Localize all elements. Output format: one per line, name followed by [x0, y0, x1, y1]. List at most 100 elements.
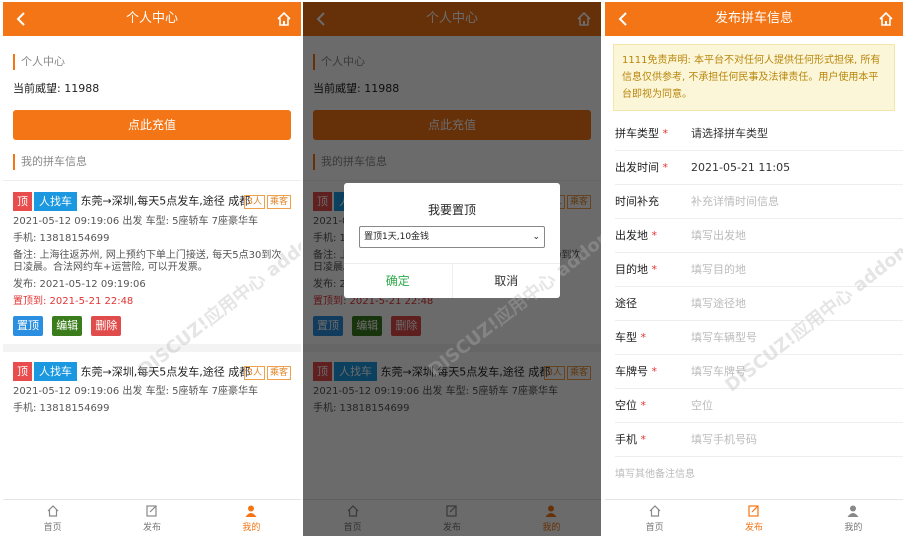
edit-icon — [146, 505, 157, 517]
field-label-text: 车牌号 — [615, 365, 648, 378]
field-label: 车型 * — [615, 321, 691, 354]
my-carpool-title: 我的拼车信息 — [13, 154, 291, 170]
field-label: 车牌号 * — [615, 355, 691, 388]
field-label: 空位 * — [615, 389, 691, 422]
tab-mine[interactable]: 我的 — [202, 500, 301, 536]
publish-form: 拼车类型 * 请选择拼车类型 出发时间 * 2021-05-21 11:05 时间补充补… — [605, 117, 903, 457]
field-label-text: 手机 — [615, 433, 637, 446]
tab-label: 首页 — [645, 523, 664, 533]
field-label-text: 拼车类型 — [615, 127, 659, 140]
field-input[interactable]: 填写出发地 — [691, 219, 746, 252]
route-text[interactable]: 东莞→深圳,每天5点发车,途径 成都 — [81, 365, 251, 378]
tab-label: 首页 — [43, 523, 62, 533]
tab-publish[interactable]: 发布 — [704, 500, 803, 536]
tab-home[interactable]: 首页 — [605, 500, 704, 536]
recharge-button[interactable]: 点此充值 — [13, 110, 291, 140]
carpool-card: 顶人找车 东莞→深圳,每天5点发车,途径 成都 3人乘客 2021-05-12 … — [3, 352, 301, 424]
tab-label: 我的 — [242, 523, 261, 533]
tab-publish[interactable]: 发布 — [102, 500, 201, 536]
field-input[interactable]: 填写车辆型号 — [691, 321, 757, 354]
type-tag: 人找车 — [34, 191, 77, 211]
tab-mine[interactable]: 我的 — [804, 500, 903, 536]
field-label-text: 途径 — [615, 297, 637, 310]
field-input[interactable]: 2021-05-21 11:05 — [691, 151, 790, 184]
time-line: 2021-05-12 09:19:06 出发 车型: 5座轿车 7座豪华车 — [13, 386, 259, 397]
form-row: 途径 填写途径地 — [615, 287, 903, 321]
home-icon[interactable] — [275, 10, 293, 28]
profile-screen-with-dialog: 个人中心 个人中心 当前威望: 11988 点此充值 我的拼车信息 顶人找车 东… — [303, 2, 601, 536]
field-label: 途径 — [615, 287, 691, 320]
form-row: 拼车类型 * 请选择拼车类型 — [615, 117, 903, 151]
page-title: 发布拼车信息 — [714, 11, 793, 26]
field-input[interactable]: 请选择拼车类型 — [691, 117, 768, 150]
remark-textarea[interactable]: 填写其他备注信息 — [615, 465, 893, 480]
route-text[interactable]: 东莞→深圳,每天5点发车,途径 成都 — [81, 195, 251, 208]
tab-label: 发布 — [744, 523, 763, 533]
field-input[interactable]: 空位 — [691, 389, 713, 422]
field-label: 手机 * — [615, 423, 691, 456]
profile-screen: 个人中心 个人中心 当前威望: 11988 点此充值 我的拼车信息 顶人找车 东… — [3, 2, 301, 536]
home-icon — [47, 505, 59, 517]
confirm-button[interactable]: 确定 — [344, 264, 453, 298]
form-row: 出发时间 * 2021-05-21 11:05 — [615, 151, 903, 185]
field-label: 出发时间 * — [615, 151, 691, 184]
seats-badge: 3人 — [244, 195, 265, 209]
form-row: 手机 * 填写手机号码 — [615, 423, 903, 457]
points-display: 当前威望: 11988 — [13, 82, 100, 95]
top-until-line: 置顶到: 2021-5-21 22:48 — [13, 295, 134, 307]
field-input[interactable]: 填写手机号码 — [691, 423, 757, 456]
page-title: 个人中心 — [125, 11, 178, 26]
form-row: 车型 * 填写车辆型号 — [615, 321, 903, 355]
user-icon — [245, 505, 257, 517]
kind-badge: 乘客 — [266, 195, 291, 209]
field-input[interactable]: 填写途径地 — [691, 287, 746, 320]
required-star: * — [648, 229, 657, 242]
tab-home[interactable]: 首页 — [3, 500, 102, 536]
form-row: 时间补充 补充详情时间信息 — [615, 185, 903, 219]
phone-line: 手机: 13818154699 — [13, 232, 110, 244]
field-label-text: 出发地 — [615, 229, 648, 242]
cancel-button[interactable]: 取消 — [453, 264, 561, 298]
publish-line: 发布: 2021-05-12 09:19:06 — [13, 278, 146, 290]
form-row: 出发地 * 填写出发地 — [615, 219, 903, 253]
home-icon[interactable] — [877, 10, 895, 28]
tab-label: 我的 — [844, 523, 863, 533]
edit-icon — [748, 505, 759, 517]
field-input[interactable]: 填写目的地 — [691, 253, 746, 286]
field-label-text: 时间补充 — [615, 195, 659, 208]
top-tag: 顶 — [13, 362, 32, 381]
time-line: 2021-05-12 09:19:06 出发 车型: 5座轿车 7座豪华车 — [13, 215, 259, 227]
form-row: 车牌号 * 填写车牌号 — [615, 355, 903, 389]
phone-line: 手机: 13818154699 — [13, 403, 110, 414]
required-star: * — [637, 399, 646, 412]
kind-badge: 乘客 — [266, 365, 291, 380]
tab-label: 发布 — [142, 523, 161, 533]
duration-select[interactable]: 置顶1天,10金钱 ⌄ — [359, 226, 545, 248]
header: 发布拼车信息 — [605, 2, 903, 36]
field-label-text: 空位 — [615, 399, 637, 412]
top-tag: 顶 — [13, 191, 32, 211]
field-label: 目的地 * — [615, 253, 691, 286]
field-input[interactable]: 补充详情时间信息 — [691, 185, 779, 218]
publish-screen: 发布拼车信息 1111免责声明: 本平台不对任何人提供任何形式担保, 所有信息仅… — [605, 2, 903, 536]
section-title: 个人中心 — [13, 54, 291, 70]
top-dialog: 我要置顶 置顶1天,10金钱 ⌄ 确定 取消 — [344, 183, 560, 298]
dialog-title: 我要置顶 — [427, 203, 476, 217]
required-star: * — [648, 263, 657, 276]
required-star: * — [648, 365, 657, 378]
field-label: 拼车类型 * — [615, 117, 691, 150]
field-label-text: 出发时间 — [615, 161, 659, 174]
bottom-tabbar: 首页 发布 我的 — [3, 499, 301, 536]
remark-line: 备注: 上海往返苏州, 网上预约下单上门接送, 每天5点30到次日凌晨。合法网约… — [13, 249, 282, 273]
form-row: 空位 * 空位 — [615, 389, 903, 423]
edit-button[interactable]: 编辑 — [52, 315, 83, 336]
top-button[interactable]: 置顶 — [13, 315, 43, 336]
carpool-card: 顶人找车 东莞→深圳,每天5点发车,途径 成都 3人乘客 2021-05-12 … — [3, 181, 301, 352]
disclaimer-notice: 1111免责声明: 本平台不对任何人提供任何形式担保, 所有信息仅供参考, 不承… — [613, 44, 895, 111]
delete-button[interactable]: 删除 — [91, 315, 122, 336]
required-star: * — [637, 331, 646, 344]
form-row: 目的地 * 填写目的地 — [615, 253, 903, 287]
required-star: * — [659, 127, 668, 140]
field-input[interactable]: 填写车牌号 — [691, 355, 746, 388]
header: 个人中心 — [3, 2, 301, 36]
